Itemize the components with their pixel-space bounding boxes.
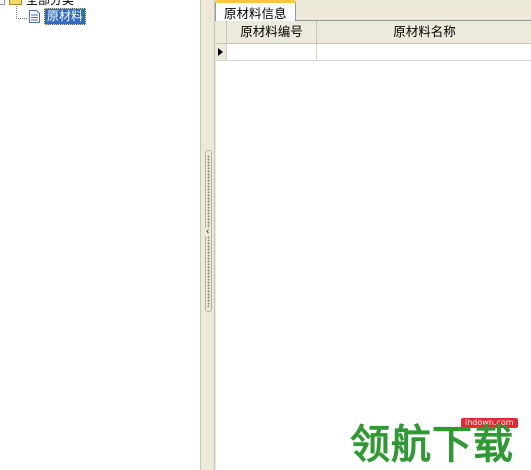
tree-root-label[interactable]: 全部分类 bbox=[26, 0, 74, 8]
category-tree-panel[interactable]: − 全部分类 原材料 bbox=[0, 0, 201, 470]
data-grid[interactable]: 原材料编号 原材料名称 bbox=[215, 21, 531, 470]
tree-child-label-selected[interactable]: 原材料 bbox=[44, 8, 87, 25]
watermark-text: 领航下载 bbox=[350, 422, 514, 468]
tree-node-raw-material[interactable]: 原材料 bbox=[0, 8, 200, 25]
document-icon bbox=[29, 10, 40, 23]
table-row[interactable] bbox=[216, 44, 531, 61]
cell-name[interactable] bbox=[317, 44, 531, 60]
chevron-left-icon[interactable]: ‹ bbox=[204, 228, 211, 237]
folder-icon bbox=[9, 0, 22, 5]
row-indicator-cell[interactable] bbox=[216, 44, 227, 60]
panel-splitter[interactable]: ‹ bbox=[201, 0, 215, 470]
column-header-code[interactable]: 原材料编号 bbox=[227, 21, 317, 43]
collapse-toggle-icon[interactable]: − bbox=[0, 0, 5, 5]
column-header-name[interactable]: 原材料名称 bbox=[317, 21, 531, 43]
content-area: 原材料信息 原材料编号 原材料名称 bbox=[215, 0, 531, 470]
watermark-logo: ihdown.com 领航下载 bbox=[350, 414, 531, 470]
header-indicator-cell bbox=[216, 21, 227, 43]
grid-header: 原材料编号 原材料名称 bbox=[216, 21, 531, 44]
tab-strip: 原材料信息 bbox=[215, 0, 531, 22]
tab-page: 原材料编号 原材料名称 bbox=[215, 21, 531, 470]
tab-label: 原材料信息 bbox=[224, 6, 287, 21]
tab-raw-material-info[interactable]: 原材料信息 bbox=[215, 0, 296, 22]
cell-code[interactable] bbox=[227, 44, 317, 60]
row-pointer-icon bbox=[218, 48, 223, 56]
